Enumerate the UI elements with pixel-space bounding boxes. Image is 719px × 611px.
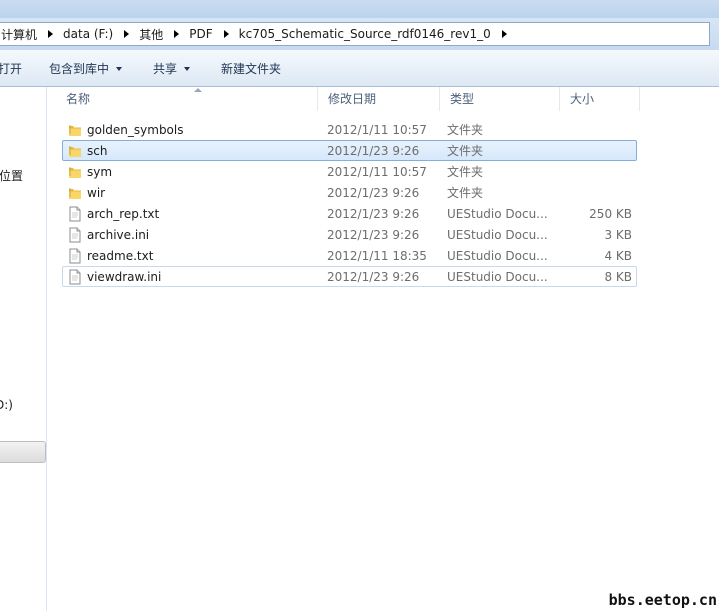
title-bar (0, 0, 719, 18)
file-row[interactable]: viewdraw.ini 2012/1/23 9:26 UEStudio Docu.… (62, 266, 637, 287)
file-name: sch (87, 144, 108, 158)
file-row[interactable]: wir 2012/1/23 9:26 文件夹 (62, 182, 637, 203)
file-date: 2012/1/23 9:26 (327, 207, 420, 221)
file-date: 2012/1/23 9:26 (327, 228, 420, 242)
file-size: 4 KB (604, 249, 632, 263)
chevron-right-icon[interactable] (48, 30, 54, 38)
file-row[interactable]: golden_symbols 2012/1/11 10:57 文件夹 (62, 119, 637, 140)
column-name-label: 名称 (66, 92, 91, 106)
file-row[interactable]: arch_rep.txt 2012/1/23 9:26 UEStudio Docu.… (62, 203, 637, 224)
file-name: archive.ini (87, 228, 150, 242)
file-type: UEStudio Docu... (447, 270, 548, 284)
file-type: UEStudio Docu... (447, 207, 548, 221)
watermark-text: bbs.eetop.cn (608, 591, 717, 609)
nav-item-drive[interactable]: D:) (0, 398, 13, 412)
column-type[interactable]: 类型 (440, 87, 560, 111)
open-button[interactable]: 打开 (0, 61, 22, 77)
column-type-label: 类型 (450, 92, 475, 106)
crumb-label: kc705_Schematic_Source_rdf0146_rev1_0 (238, 27, 491, 41)
navigation-pane[interactable]: 位置 D:) (0, 87, 47, 611)
include-library-label: 包含到库中 (49, 62, 110, 76)
file-size: 250 KB (589, 207, 632, 221)
file-name: sym (87, 165, 113, 179)
file-icon (68, 227, 82, 243)
share-label: 共享 (153, 62, 178, 76)
file-type: 文件夹 (447, 144, 484, 158)
file-name: viewdraw.ini (87, 270, 162, 284)
chevron-right-icon[interactable] (223, 30, 229, 38)
file-name: wir (87, 186, 106, 200)
share-button[interactable]: 共享 (153, 61, 191, 77)
file-size: 3 KB (604, 228, 632, 242)
column-date[interactable]: 修改日期 (318, 87, 440, 111)
crumb-pdf[interactable]: PDF (187, 23, 236, 45)
file-icon (68, 248, 82, 264)
file-name: readme.txt (87, 249, 154, 263)
file-icon (68, 269, 82, 285)
crumb-label: data (F:) (63, 27, 114, 41)
crumb-drive[interactable]: data (F:) (61, 23, 137, 45)
file-type: UEStudio Docu... (447, 228, 548, 242)
folder-icon (68, 185, 82, 201)
chevron-right-icon[interactable] (501, 30, 507, 38)
chevron-right-icon[interactable] (124, 30, 130, 38)
crumb-other[interactable]: 其他 (137, 23, 187, 45)
column-size-label: 大小 (570, 92, 595, 106)
file-row[interactable]: sym 2012/1/11 10:57 文件夹 (62, 161, 637, 182)
file-date: 2012/1/11 18:35 (327, 249, 427, 263)
file-row[interactable]: archive.ini 2012/1/23 9:26 UEStudio Docu..… (62, 224, 637, 245)
file-icon (68, 206, 82, 222)
file-size: 8 KB (604, 270, 632, 284)
file-date: 2012/1/23 9:26 (327, 186, 420, 200)
sort-ascending-icon (194, 88, 202, 92)
nav-item-location[interactable]: 位置 (0, 167, 23, 184)
crumb-label: 计算机 (1, 27, 38, 42)
column-header: 名称 修改日期 类型 大小 (48, 87, 641, 111)
dropdown-arrow-icon (184, 67, 191, 71)
column-name[interactable]: 名称 (56, 87, 318, 111)
file-date: 2012/1/11 10:57 (327, 165, 427, 179)
folder-icon (68, 164, 82, 180)
folder-icon (68, 122, 82, 138)
column-date-label: 修改日期 (328, 92, 377, 106)
folder-icon (68, 143, 82, 159)
crumb-label: PDF (189, 27, 213, 41)
command-bar: 打开 包含到库中 共享 新建文件夹 (0, 50, 719, 87)
new-folder-button[interactable]: 新建文件夹 (221, 61, 281, 77)
address-bar-area: 计算机 data (F:) 其他 PDF kc705_Schematic_Sou… (0, 18, 719, 50)
crumb-computer[interactable]: 计算机 (0, 23, 61, 45)
new-folder-label: 新建文件夹 (221, 62, 282, 76)
dropdown-arrow-icon (116, 67, 123, 71)
address-bar[interactable]: 计算机 data (F:) 其他 PDF kc705_Schematic_Sou… (0, 22, 710, 46)
file-date: 2012/1/11 10:57 (327, 123, 427, 137)
crumb-current-folder[interactable]: kc705_Schematic_Source_rdf0146_rev1_0 (237, 23, 515, 45)
file-type: 文件夹 (447, 123, 484, 137)
open-label: 打开 (0, 62, 23, 76)
column-size[interactable]: 大小 (560, 87, 640, 111)
horizontal-scrollbar-thumb[interactable] (0, 441, 46, 463)
crumb-label: 其他 (139, 27, 164, 42)
file-name: golden_symbols (87, 123, 184, 137)
file-date: 2012/1/23 9:26 (327, 144, 420, 158)
file-type: UEStudio Docu... (447, 249, 548, 263)
file-type: 文件夹 (447, 165, 484, 179)
file-name: arch_rep.txt (87, 207, 160, 221)
file-row[interactable]: readme.txt 2012/1/11 18:35 UEStudio Docu..… (62, 245, 637, 266)
include-in-library-button[interactable]: 包含到库中 (49, 61, 123, 77)
file-type: 文件夹 (447, 186, 484, 200)
chevron-right-icon[interactable] (174, 30, 180, 38)
file-row[interactable]: sch 2012/1/23 9:26 文件夹 (62, 140, 637, 161)
file-date: 2012/1/23 9:26 (327, 270, 420, 284)
